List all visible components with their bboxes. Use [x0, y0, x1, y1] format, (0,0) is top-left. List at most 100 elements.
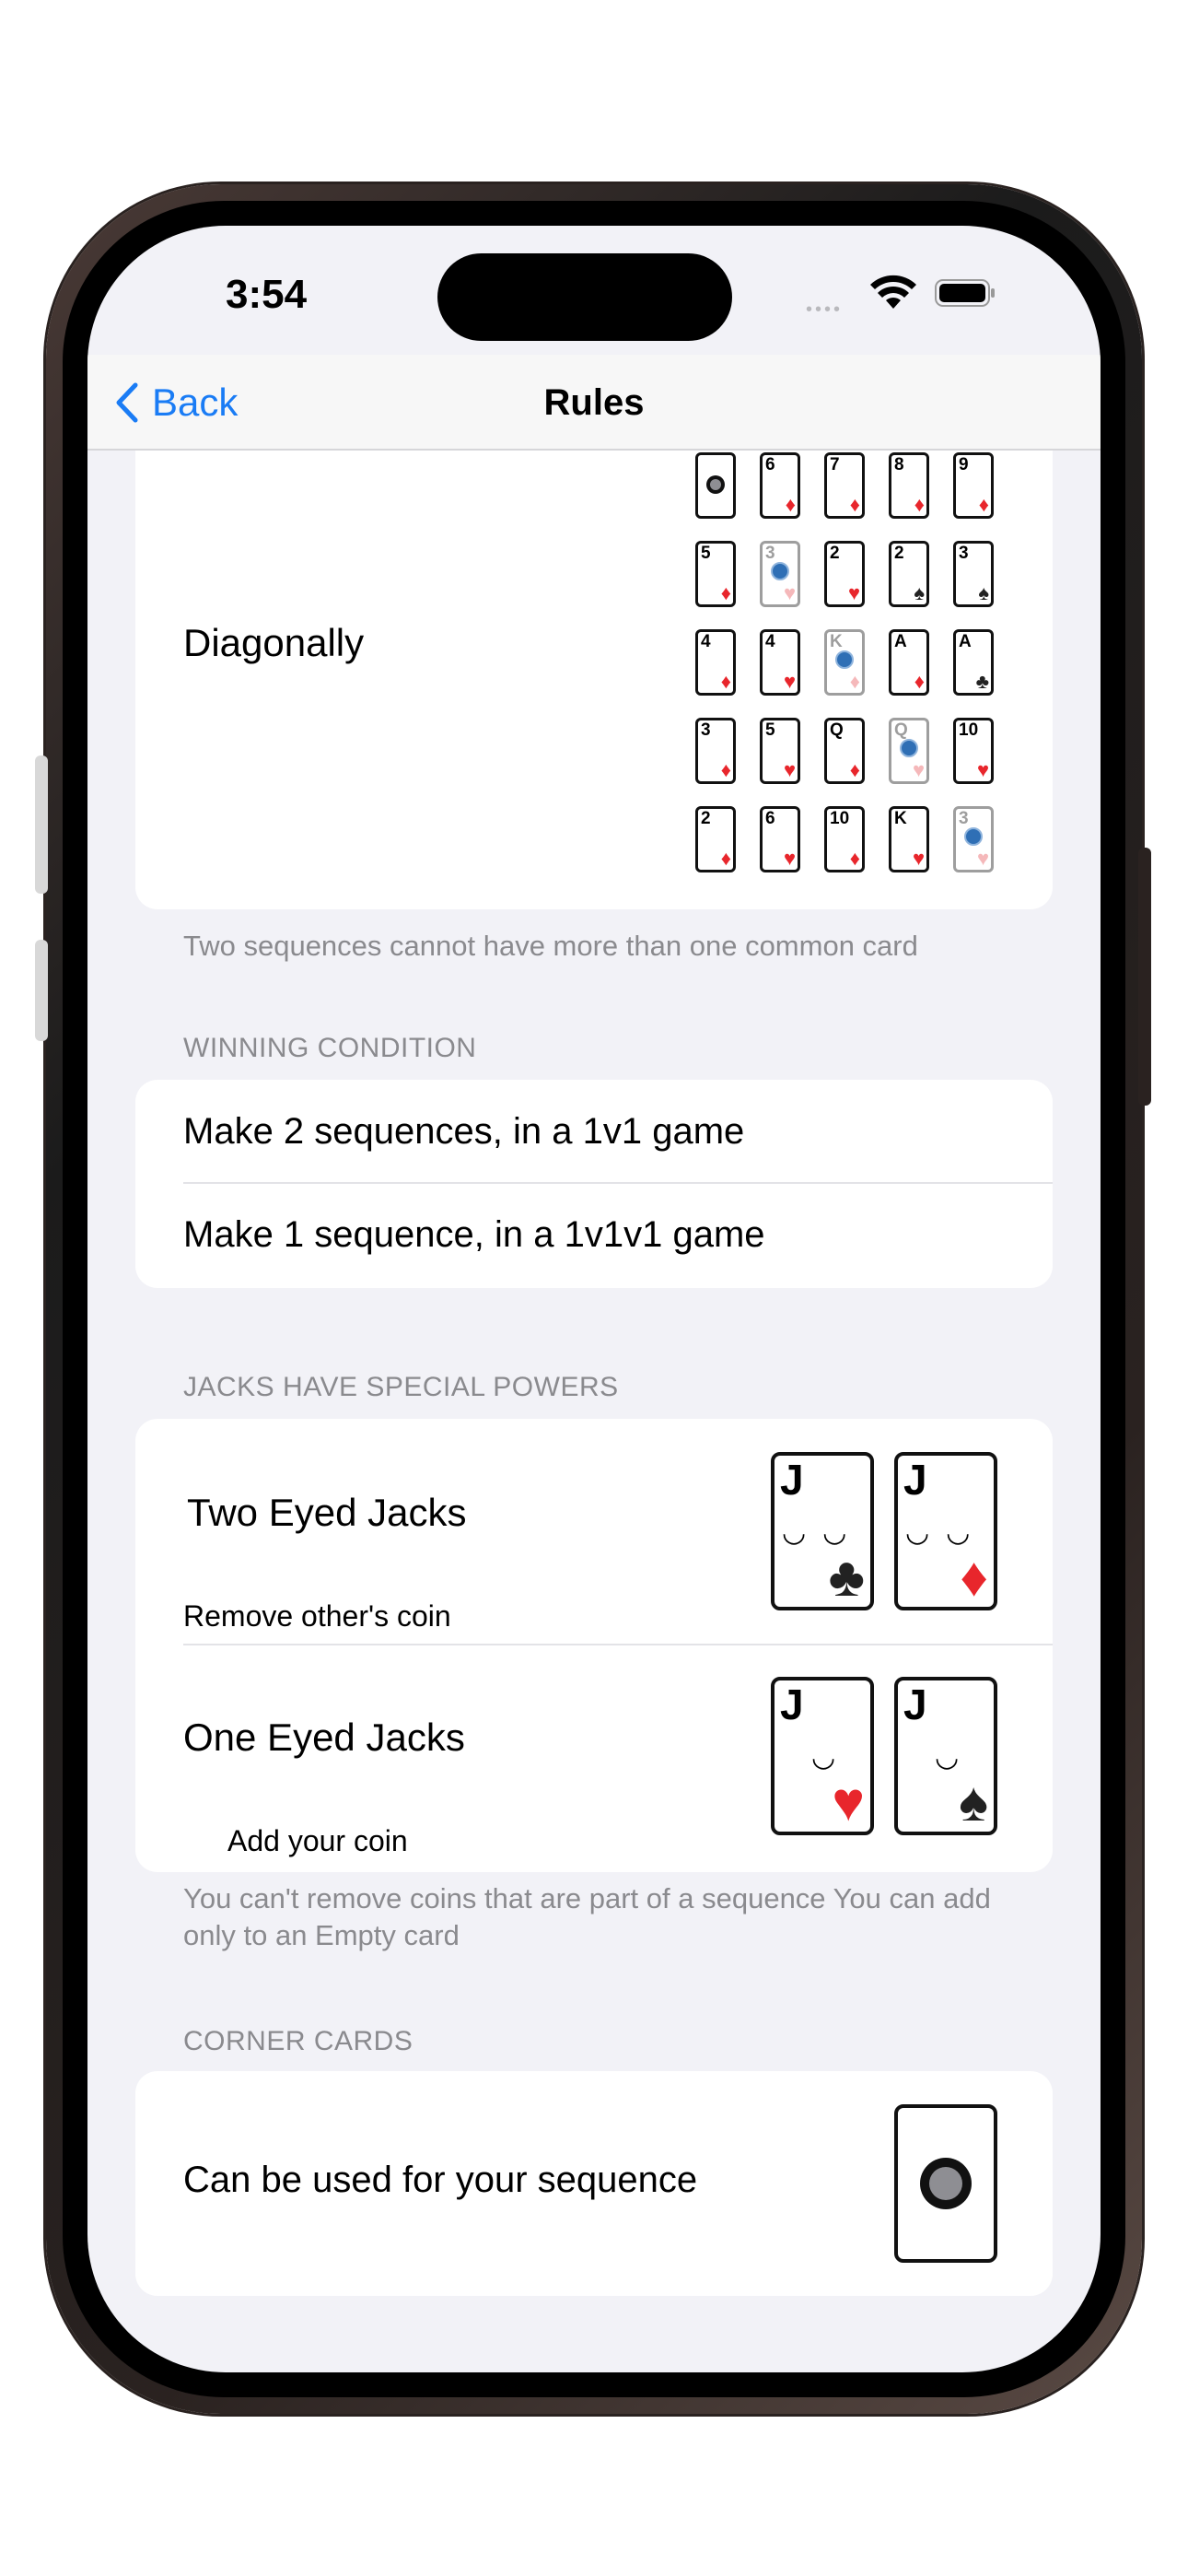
- card-suit: ♦: [849, 670, 860, 693]
- board-card: 4 ♥: [760, 629, 800, 696]
- card-suit: ♦: [785, 493, 796, 516]
- card-suit: ♦: [914, 670, 925, 693]
- two-eyes-icon: ◡◡: [905, 1517, 987, 1548]
- card-rank: Q: [830, 720, 844, 740]
- card-suit: ♥: [847, 581, 860, 604]
- jacks-card: Two Eyed Jacks Remove other's coin J ◡◡ …: [135, 1419, 1053, 1872]
- jack-of-hearts-card: J ◡ ♥: [771, 1677, 874, 1835]
- card-suit: ♦: [849, 847, 860, 870]
- card-suit: ♥: [976, 847, 989, 870]
- board-card: K ♥: [889, 806, 929, 872]
- coin-icon: [920, 2158, 972, 2209]
- rules-list[interactable]: Diagonally 6 ♦ 7 ♦ 8 ♦ 9 ♦ 5 ♦ 3 ♥ 2 ♥ 2 ♠ 3 ♠ 4 ♦ 4 ♥ K ♦ A ♦ A ♣ 3…: [87, 451, 1101, 2372]
- winning-row-1v1v1: Make 1 sequence, in a 1v1v1 game: [183, 1214, 765, 1255]
- card-suit: ♥: [976, 758, 989, 781]
- card-rank: J: [780, 1456, 804, 1504]
- jacks-header: JACKS HAVE SPECIAL POWERS: [183, 1372, 619, 1402]
- corner-header: CORNER CARDS: [183, 2026, 413, 2056]
- card-rank: J: [903, 1680, 927, 1728]
- volume-button: [35, 940, 48, 1041]
- jack-of-spades-card: J ◡ ♠: [894, 1677, 997, 1835]
- card-suit: ♦: [849, 758, 860, 781]
- card-rank: K: [830, 632, 843, 651]
- card-suit: ♦: [914, 493, 925, 516]
- board-card: 3 ♥: [760, 541, 800, 607]
- board-card: Q ♥: [889, 718, 929, 784]
- winning-card: Make 2 sequences, in a 1v1 game Make 1 s…: [135, 1080, 1053, 1288]
- card-suit: ♠: [914, 581, 925, 604]
- card-suit: ♥: [783, 758, 796, 781]
- board-card: 2 ♠: [889, 541, 929, 607]
- card-rank: 7: [830, 455, 840, 474]
- board-card: 5 ♦: [695, 541, 736, 607]
- board-card: 2 ♥: [824, 541, 865, 607]
- board-card: [695, 452, 736, 519]
- corner-card: Can be used for your sequence: [135, 2071, 1053, 2296]
- row-divider: [183, 1644, 1053, 1645]
- board-card: 2 ♦: [695, 806, 736, 872]
- battery-icon: [935, 279, 995, 307]
- card-rank: 4: [701, 632, 711, 651]
- corner-row: Can be used for your sequence: [183, 2160, 698, 2200]
- spades-icon: ♠: [959, 1771, 988, 1832]
- diamonds-icon: ♦: [960, 1546, 988, 1608]
- card-suit: ♥: [912, 758, 925, 781]
- corner-card-image: [894, 2104, 997, 2263]
- board-card: A ♦: [889, 629, 929, 696]
- card-rank: 3: [765, 544, 775, 563]
- board-card: 3 ♥: [953, 806, 994, 872]
- card-suit: ♥: [783, 670, 796, 693]
- card-rank: 10: [959, 720, 979, 740]
- diagonal-label: Diagonally: [183, 621, 365, 664]
- blue-coin-icon: [900, 739, 918, 757]
- one-eye-icon: ◡: [935, 1742, 976, 1773]
- card-rank: 10: [830, 809, 850, 828]
- card-rank: 5: [765, 720, 775, 740]
- screen: 3:54 •••• Back Rules Diagonally 6 ♦ 7 ♦ 8 ♦ 9 ♦…: [87, 226, 1101, 2372]
- one-eye-icon: ◡: [811, 1742, 853, 1773]
- card-rank: 5: [701, 544, 711, 563]
- coin-icon: [706, 475, 725, 494]
- board-card: A ♣: [953, 629, 994, 696]
- card-suit: ♦: [720, 670, 731, 693]
- two-eyed-subtitle: Remove other's coin: [183, 1599, 451, 1633]
- diagonal-example-grid: 6 ♦ 7 ♦ 8 ♦ 9 ♦ 5 ♦ 3 ♥ 2 ♥ 2 ♠ 3 ♠ 4 ♦ 4 ♥ K ♦ A ♦ A ♣ 3 ♦ 5 ♥ Q ♦ Q ♥ 10 ♥ 2…: [695, 452, 1008, 895]
- board-card: 4 ♦: [695, 629, 736, 696]
- board-card: 10 ♦: [824, 806, 865, 872]
- diagonal-card: Diagonally 6 ♦ 7 ♦ 8 ♦ 9 ♦ 5 ♦ 3 ♥ 2 ♥ 2 ♠ 3 ♠ 4 ♦ 4 ♥ K ♦ A ♦ A ♣ 3…: [135, 451, 1053, 909]
- board-card: 7 ♦: [824, 452, 865, 519]
- card-rank: 4: [765, 632, 775, 651]
- card-suit: ♥: [783, 581, 796, 604]
- card-rank: 6: [765, 809, 775, 828]
- navigation-bar: Back Rules: [87, 355, 1101, 451]
- signal-dots: ••••: [806, 299, 844, 320]
- card-suit: ♥: [912, 847, 925, 870]
- one-eyed-subtitle: Add your coin: [227, 1824, 408, 1857]
- card-rank: K: [894, 809, 907, 828]
- board-card: 6 ♦: [760, 452, 800, 519]
- card-rank: A: [959, 632, 972, 651]
- dynamic-island: [437, 253, 732, 341]
- board-card: 8 ♦: [889, 452, 929, 519]
- card-rank: 3: [959, 544, 969, 563]
- board-card: 3 ♠: [953, 541, 994, 607]
- two-eyes-icon: ◡◡: [782, 1517, 864, 1548]
- two-eyed-title: Two Eyed Jacks: [187, 1491, 467, 1534]
- winning-header: WINNING CONDITION: [183, 1033, 477, 1063]
- one-eyed-title: One Eyed Jacks: [183, 1715, 465, 1759]
- board-card: Q ♦: [824, 718, 865, 784]
- card-suit: ♥: [783, 847, 796, 870]
- blue-coin-icon: [835, 650, 854, 669]
- card-rank: 2: [830, 544, 840, 563]
- blue-coin-icon: [771, 562, 789, 580]
- diagonal-footer: Two sequences cannot have more than one …: [183, 930, 918, 962]
- board-card: 3 ♦: [695, 718, 736, 784]
- card-rank: J: [780, 1680, 804, 1728]
- clubs-icon: ♣: [828, 1546, 865, 1608]
- card-rank: 9: [959, 455, 969, 474]
- jack-of-clubs-card: J ◡◡ ♣: [771, 1452, 874, 1610]
- board-card: K ♦: [824, 629, 865, 696]
- card-suit: ♣: [975, 670, 989, 693]
- card-suit: ♦: [720, 581, 731, 604]
- status-bar: 3:54 ••••: [87, 226, 1101, 355]
